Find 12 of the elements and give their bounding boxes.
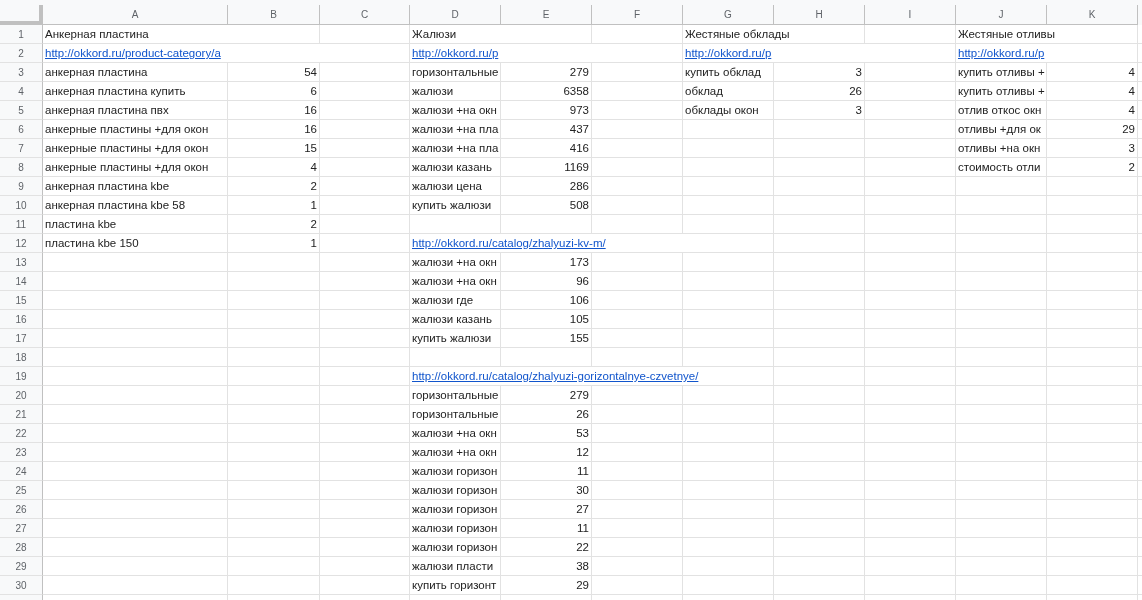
column-header[interactable]: C <box>320 5 410 25</box>
column-header[interactable]: F <box>592 5 683 25</box>
column-header[interactable]: K <box>1047 5 1138 25</box>
column-header[interactable]: H <box>774 5 865 25</box>
column-header[interactable]: I <box>865 5 956 25</box>
column-header[interactable]: B <box>228 5 320 25</box>
column-header[interactable]: D <box>410 5 501 25</box>
column-header[interactable]: G <box>683 5 774 25</box>
column-header[interactable]: E <box>501 5 592 25</box>
column-header[interactable]: A <box>43 5 228 25</box>
column-header[interactable]: J <box>956 5 1047 25</box>
select-all-corner[interactable] <box>0 5 43 25</box>
